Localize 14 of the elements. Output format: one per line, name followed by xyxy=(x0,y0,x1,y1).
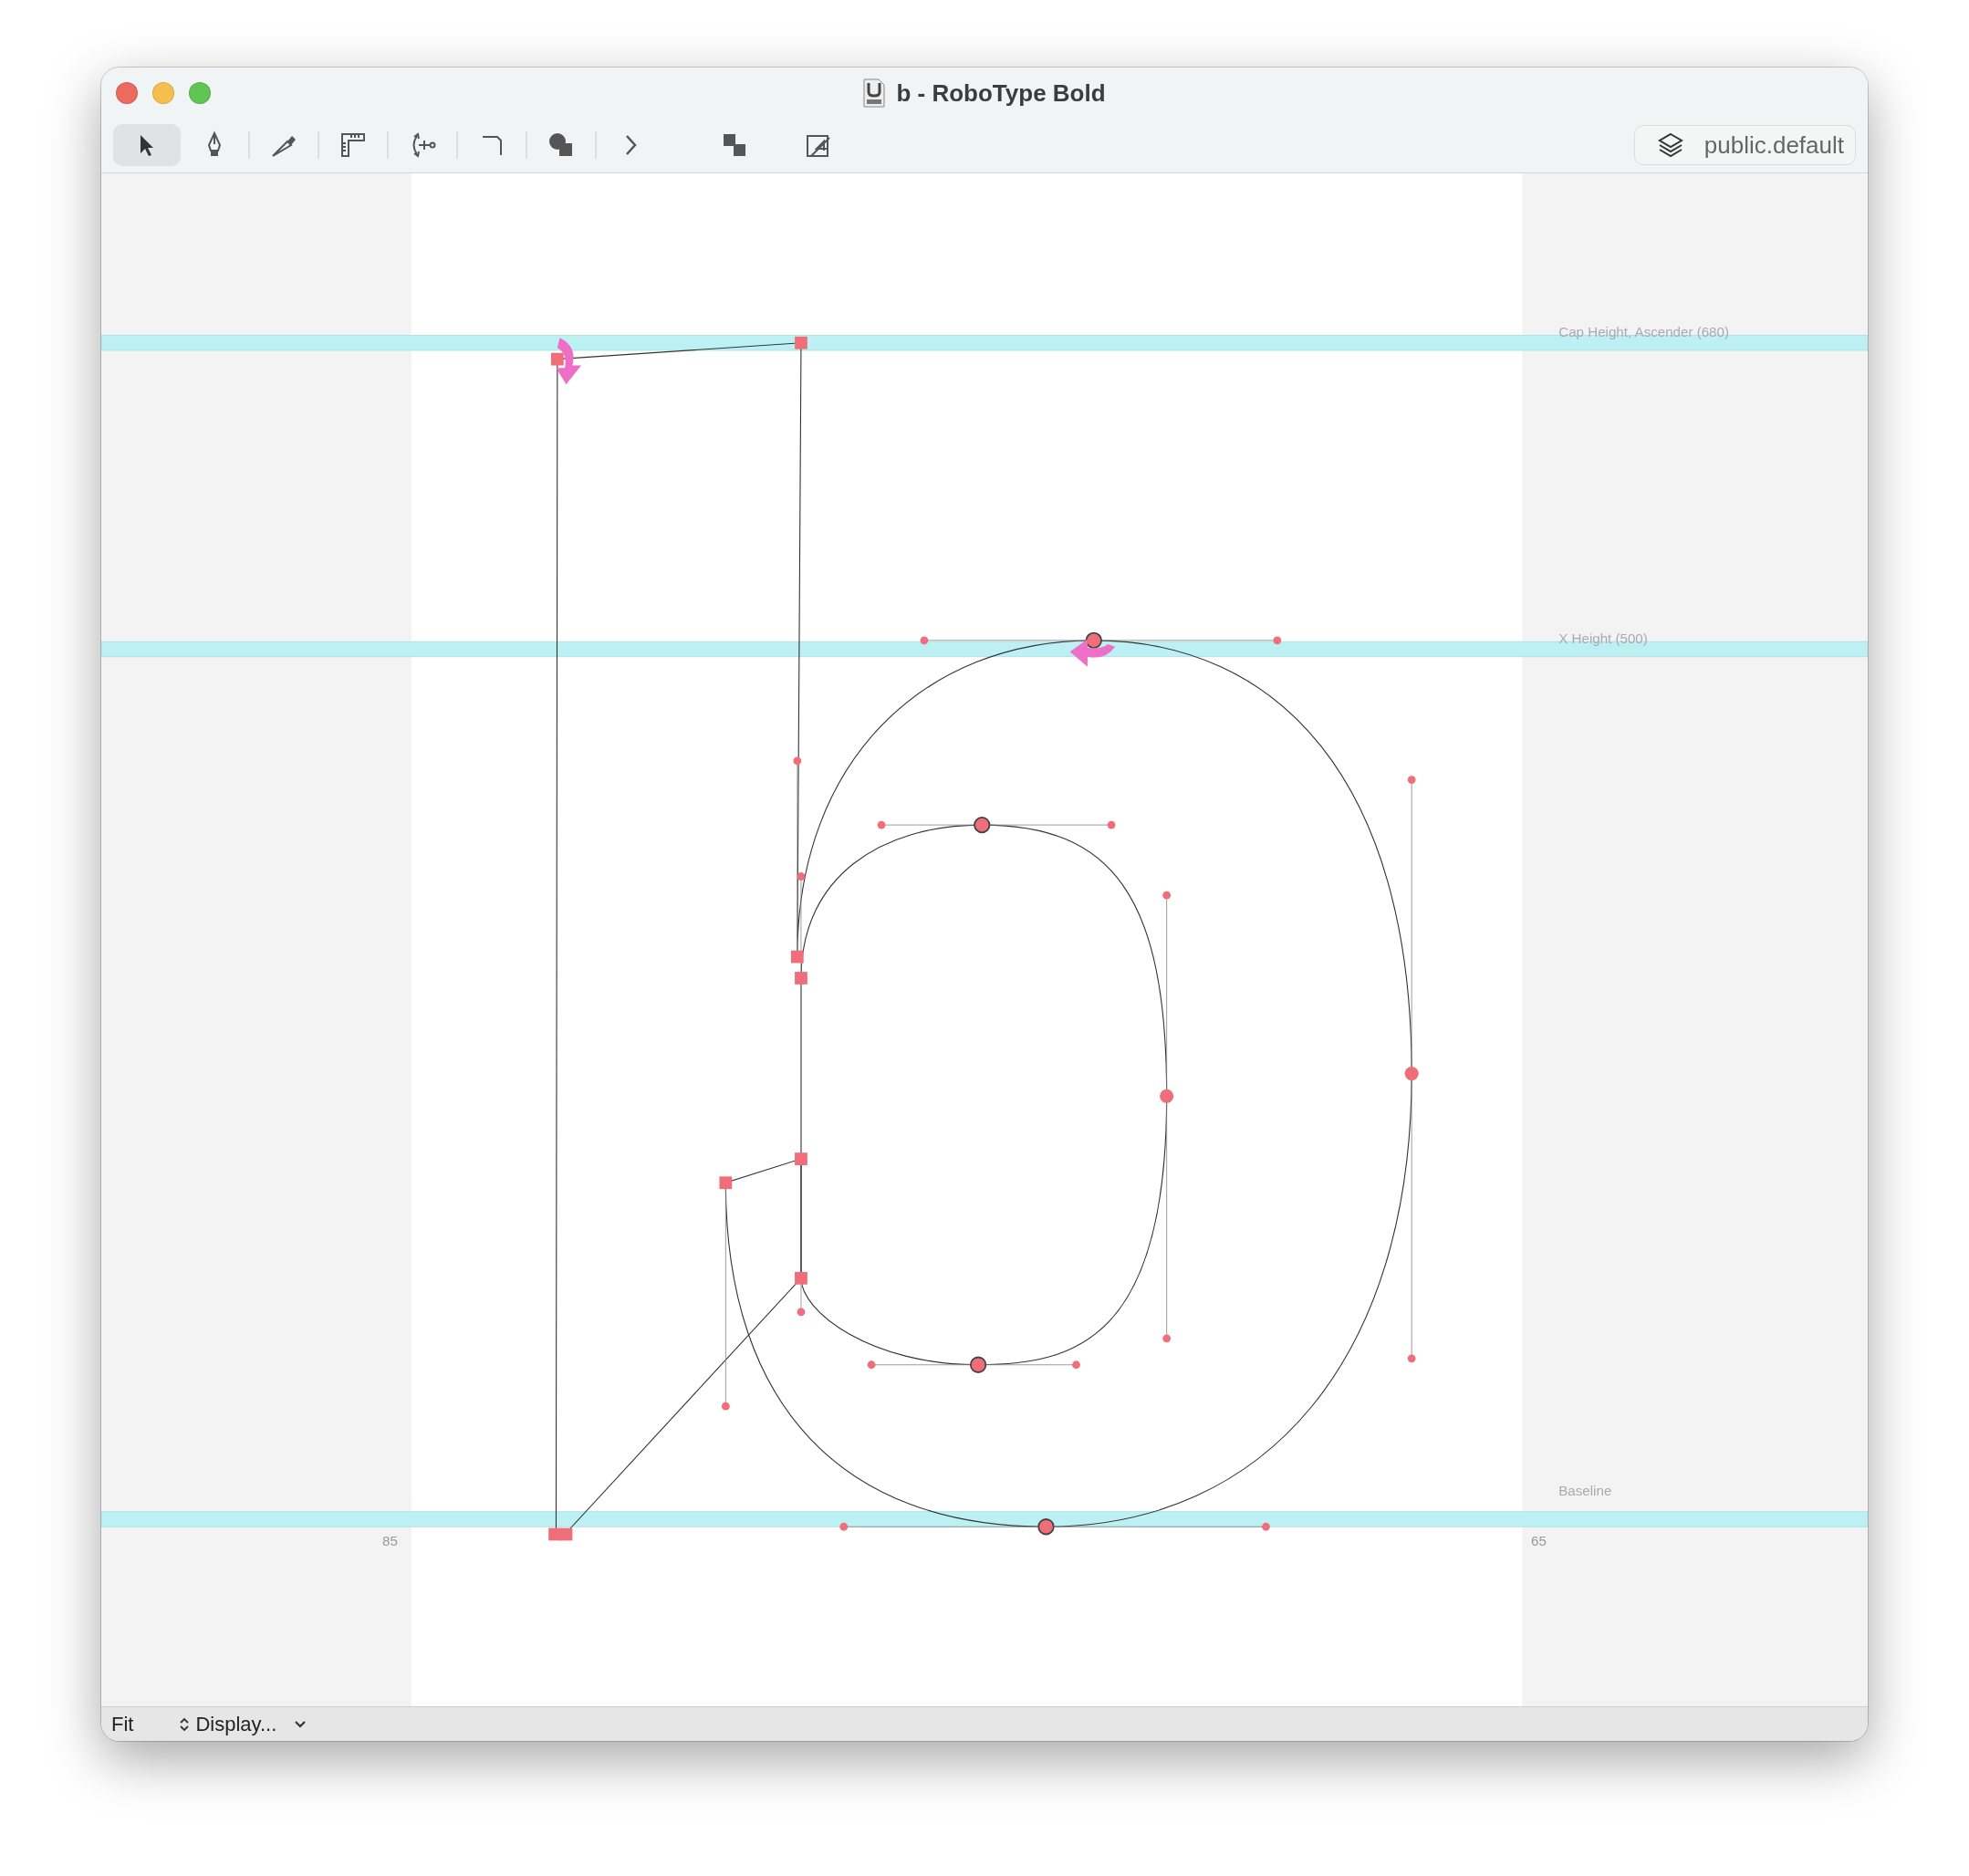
window-title: b - RoboType Bold xyxy=(896,78,1106,108)
up-down-chevron-icon xyxy=(179,1715,191,1733)
ruler-icon xyxy=(339,130,368,160)
chevron-down-icon xyxy=(293,1718,308,1730)
sidebearing-value: 65 xyxy=(1531,1532,1547,1548)
document-icon xyxy=(863,78,886,108)
display-menu[interactable]: Display... xyxy=(179,1712,308,1736)
pointer-tool-button[interactable] xyxy=(113,124,181,166)
layer-button[interactable]: public.default xyxy=(1633,125,1856,165)
sidebearing-value: 85 xyxy=(382,1532,398,1548)
guide-label: Baseline xyxy=(1558,1482,1612,1498)
zoom-level[interactable]: Fit xyxy=(111,1712,134,1736)
close-button[interactable] xyxy=(116,82,138,104)
layers-icon xyxy=(1656,131,1684,159)
